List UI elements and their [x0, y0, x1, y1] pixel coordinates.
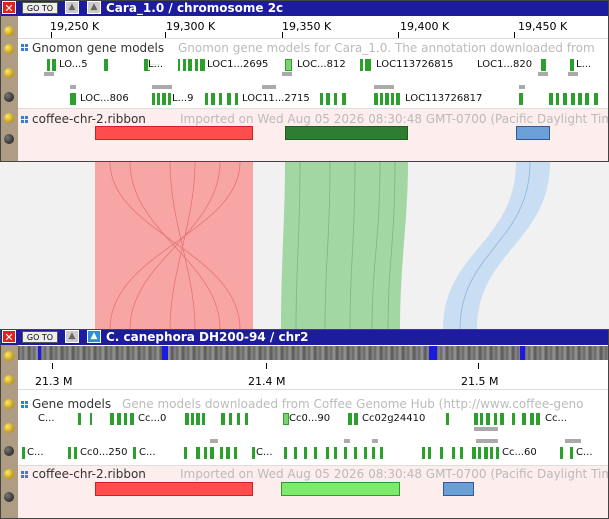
ruler-label: 19,350 K	[282, 20, 332, 33]
ribbon-block[interactable]	[95, 126, 253, 140]
track-handle-icon[interactable]	[4, 351, 14, 361]
track-menu-icon[interactable]	[21, 44, 28, 51]
track-handle-icon[interactable]	[4, 113, 14, 123]
track-handle-icon[interactable]	[4, 446, 14, 456]
track-handle-icon[interactable]	[4, 375, 14, 385]
move-up-icon[interactable]: ▲	[65, 1, 79, 14]
ribbon-block[interactable]	[95, 482, 253, 496]
ruler-label: 21.4 M	[248, 375, 286, 388]
chrom-name[interactable]: chromosome 2c	[177, 1, 283, 15]
chrom-name[interactable]: chr2	[279, 330, 309, 344]
track-handle-icon[interactable]	[4, 68, 14, 78]
track-description: Imported on Wed Aug 05 2026 08:30:48 GMT…	[180, 467, 609, 481]
move-top-icon[interactable]: ▲	[87, 330, 101, 343]
track-handle-icon[interactable]	[4, 26, 14, 36]
top-view-header: ✕ GO TO ▲ ▲ Cara_1.0 / chromosome 2c	[0, 0, 609, 16]
goto-button[interactable]: GO TO	[22, 331, 58, 343]
move-up-icon[interactable]: ▲	[65, 330, 79, 343]
position-ruler[interactable]: 21.3 M 21.4 M 21.5 M	[18, 361, 609, 389]
view-title: Cara_1.0 / chromosome 2c	[106, 1, 284, 15]
view-title: C. canephora DH200-94 / chr2	[106, 330, 309, 344]
track-handle-icon[interactable]	[4, 92, 14, 102]
track-handle-bar	[0, 16, 18, 162]
bottom-view-header: ✕ GO TO ▲ ▲ C. canephora DH200-94 / chr2	[0, 329, 609, 345]
ribbon-block[interactable]	[516, 126, 550, 140]
track-handle-icon[interactable]	[4, 469, 14, 479]
ruler-label: 19,250 K	[50, 20, 100, 33]
track-description: Gnomon gene models for Cara_1.0. The ann…	[178, 41, 595, 55]
track-handle-icon[interactable]	[4, 134, 14, 144]
track-description: Gene models downloaded from Coffee Genom…	[122, 397, 584, 411]
top-genome-view: ✕ GO TO ▲ ▲ Cara_1.0 / chromosome 2c 19,…	[0, 0, 609, 162]
track-name[interactable]: Gene models	[32, 397, 111, 411]
track-handle-icon[interactable]	[4, 492, 14, 502]
track-name[interactable]: Gnomon gene models	[32, 41, 164, 55]
ruler-label: 21.5 M	[461, 375, 499, 388]
track-menu-icon[interactable]	[21, 471, 28, 478]
ruler-label: 19,400 K	[400, 20, 450, 33]
track-handle-icon[interactable]	[4, 423, 14, 433]
track-menu-icon[interactable]	[21, 401, 28, 408]
move-top-icon[interactable]: ▲	[87, 1, 101, 14]
track-handle-icon[interactable]	[4, 44, 14, 54]
track-handle-icon[interactable]	[4, 399, 14, 409]
track-name[interactable]: coffee-chr-2.ribbon	[32, 112, 146, 126]
ribbon-block[interactable]	[285, 126, 408, 140]
track-menu-icon[interactable]	[21, 116, 28, 123]
track-description: Imported on Wed Aug 05 2026 08:30:48 GMT…	[180, 112, 609, 126]
chromosome-overview[interactable]	[18, 346, 609, 360]
ribbon-block[interactable]	[281, 482, 400, 496]
position-ruler[interactable]: 19,250 K 19,300 K 19,350 K 19,400 K 19,4…	[18, 16, 609, 38]
assembly-name[interactable]: C. canephora DH200-94	[106, 330, 266, 344]
ruler-label: 19,300 K	[166, 20, 216, 33]
ruler-label: 19,450 K	[518, 20, 568, 33]
ruler-label: 21.3 M	[35, 375, 73, 388]
synteny-ribbons[interactable]	[0, 162, 609, 329]
ribbon-block[interactable]	[443, 482, 474, 496]
close-icon[interactable]: ✕	[2, 1, 16, 15]
close-icon[interactable]: ✕	[2, 330, 16, 344]
track-handle-bar	[0, 345, 18, 519]
assembly-name[interactable]: Cara_1.0	[106, 1, 164, 15]
goto-button[interactable]: GO TO	[22, 2, 58, 14]
bottom-genome-view: ✕ GO TO ▲ ▲ C. canephora DH200-94 / chr2…	[0, 329, 609, 519]
track-name[interactable]: coffee-chr-2.ribbon	[32, 467, 146, 481]
